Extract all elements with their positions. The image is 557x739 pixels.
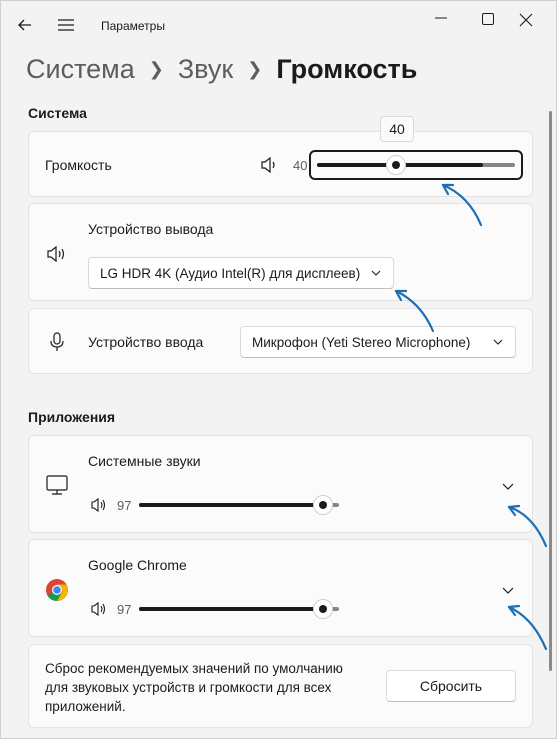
output-device-selected: LG HDR 4K (Аудио Intel(R) для дисплеев) [100, 265, 361, 281]
breadcrumb-item-sound[interactable]: Звук [178, 54, 233, 85]
volume-tooltip: 40 [380, 116, 414, 142]
app-volume-value: 97 [117, 602, 132, 617]
volume-value: 40 [293, 158, 308, 173]
app-name: Google Chrome [88, 557, 187, 573]
hamburger-menu-icon[interactable] [57, 17, 75, 33]
section-title-apps: Приложения [28, 409, 116, 425]
speaker-icon[interactable] [260, 156, 280, 174]
back-arrow-icon[interactable] [15, 15, 35, 35]
volume-label: Громкость [45, 157, 112, 173]
maximize-icon[interactable] [481, 12, 495, 26]
settings-window: Параметры Система ❯ Звук ❯ Громкость Сис… [0, 0, 557, 739]
app-name: Системные звуки [88, 453, 201, 469]
scrollbar[interactable] [549, 111, 552, 671]
reset-text-line: Сброс рекомендуемых значений по умолчани… [45, 661, 343, 676]
reset-card: Сброс рекомендуемых значений по умолчани… [28, 644, 533, 728]
chevron-down-icon [371, 270, 381, 276]
chevron-down-icon[interactable] [501, 481, 515, 491]
minimize-icon[interactable] [434, 17, 448, 31]
breadcrumb-chevron-icon: ❯ [148, 58, 164, 79]
reset-button[interactable]: Сбросить [386, 670, 516, 702]
app-volume-thumb[interactable] [313, 599, 334, 619]
microphone-icon [50, 332, 64, 351]
app-volume-fill [139, 503, 324, 507]
window-title: Параметры [101, 19, 165, 33]
input-device-card: Устройство ввода Микрофон (Yeti Stereo M… [28, 308, 533, 374]
input-device-label: Устройство ввода [88, 334, 204, 350]
volume-slider-thumb[interactable] [386, 155, 407, 175]
app-volume-fill [139, 607, 324, 611]
speaker-icon[interactable] [90, 601, 108, 617]
input-device-selected: Микрофон (Yeti Stereo Microphone) [252, 334, 471, 350]
reset-text-line: для звуковых устройств и громкости для в… [45, 680, 332, 695]
close-icon[interactable] [518, 12, 534, 28]
chrome-icon [46, 579, 68, 601]
reset-text-line: приложений. [45, 699, 126, 714]
app-volume-slider[interactable] [139, 494, 341, 516]
app-volume-slider[interactable] [139, 598, 341, 620]
breadcrumb-chevron-icon: ❯ [247, 58, 263, 79]
output-device-card: Устройство вывода LG HDR 4K (Аудио Intel… [28, 203, 533, 301]
output-device-label: Устройство вывода [88, 221, 214, 237]
chevron-down-icon [493, 339, 503, 345]
volume-card: Громкость 40 [28, 131, 533, 197]
app-volume-thumb[interactable] [313, 495, 334, 515]
output-device-dropdown[interactable]: LG HDR 4K (Аудио Intel(R) для дисплеев) [88, 257, 394, 289]
reset-description: Сброс рекомендуемых значений по умолчани… [45, 659, 343, 716]
chevron-down-icon[interactable] [501, 585, 515, 595]
app-card-google-chrome[interactable]: Google Chrome 97 [28, 539, 533, 637]
app-card-system-sounds[interactable]: Системные звуки 97 [28, 435, 533, 533]
app-volume-value: 97 [117, 498, 132, 513]
breadcrumb: Система ❯ Звук ❯ Громкость [26, 49, 417, 89]
section-title-system: Система [28, 105, 87, 121]
page-title: Громкость [276, 53, 418, 84]
volume-slider[interactable] [309, 150, 523, 180]
speaker-output-icon [47, 245, 65, 263]
title-bar: Параметры [1, 1, 556, 49]
monitor-icon [46, 475, 68, 495]
speaker-icon[interactable] [90, 497, 108, 513]
input-device-dropdown[interactable]: Микрофон (Yeti Stereo Microphone) [240, 326, 516, 358]
breadcrumb-item-system[interactable]: Система [26, 54, 135, 85]
